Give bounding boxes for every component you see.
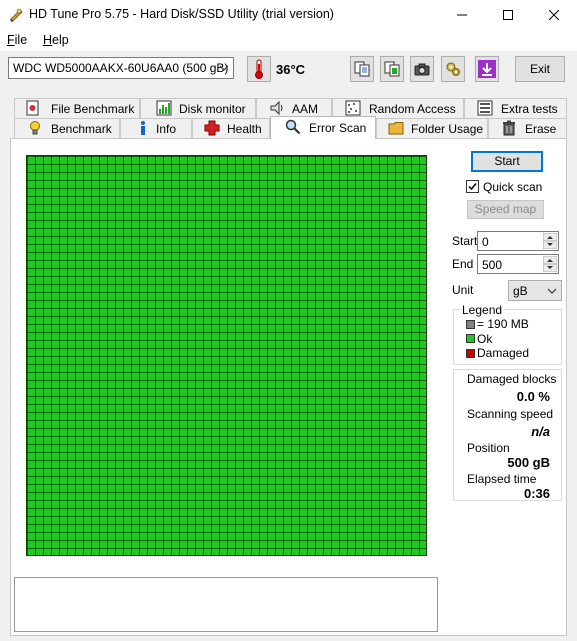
spinner-arrows-icon[interactable] [543, 256, 557, 272]
speed-map-button[interactable]: Speed map [467, 200, 544, 219]
elapsed-time-value: 0:36 [523, 486, 550, 501]
lightbulb-icon [30, 121, 40, 135]
menu-help[interactable]: Help [43, 33, 69, 47]
folder-icon [388, 122, 404, 135]
scanning-speed-value: n/a [531, 424, 550, 439]
health-cross-icon [204, 120, 220, 136]
tab-label: Disk monitor [179, 102, 246, 116]
close-button[interactable] [531, 0, 577, 30]
tab-file-benchmark[interactable]: File Benchmark [14, 98, 140, 118]
legend-ok-swatch [466, 334, 475, 343]
save-button[interactable] [475, 56, 499, 82]
speaker-icon [270, 100, 283, 116]
tab-info[interactable]: Info [120, 118, 192, 138]
exit-button[interactable]: Exit [515, 56, 565, 82]
chevron-down-icon [547, 288, 557, 294]
tab-label: Extra tests [501, 102, 558, 116]
menu-file[interactable]: File [7, 33, 27, 47]
extra-tests-icon [477, 100, 493, 116]
maximize-icon [503, 10, 513, 20]
tab-random-access[interactable]: Random Access [332, 98, 464, 118]
scan-block-grid [26, 155, 427, 556]
scan-log-box [14, 577, 438, 632]
copy-text-button[interactable] [350, 56, 374, 82]
random-access-icon [345, 100, 361, 116]
minimize-icon [457, 14, 467, 16]
legend-damaged-swatch [466, 349, 475, 358]
tab-label: Folder Usage [411, 122, 484, 136]
quick-scan-checkbox[interactable] [466, 180, 479, 193]
tab-aam[interactable]: AAM [256, 98, 332, 118]
menu-help-hotkey: H [43, 33, 53, 47]
window-title: HD Tune Pro 5.75 - Hard Disk/SSD Utility… [29, 7, 334, 21]
tab-disk-monitor[interactable]: Disk monitor [140, 98, 256, 118]
options-button[interactable] [441, 56, 465, 82]
options-icon [446, 62, 460, 76]
tab-error-scan[interactable]: Error Scan [270, 116, 376, 139]
minimize-button[interactable] [439, 0, 485, 30]
end-field-label: End [452, 257, 474, 271]
end-position-input[interactable]: 500 [477, 254, 559, 274]
checkmark-icon [468, 183, 477, 191]
spinner-arrows-icon[interactable] [543, 233, 557, 249]
tab-label: Error Scan [309, 121, 367, 135]
menu-file-label: ile [14, 33, 28, 47]
elapsed-time-label: Elapsed time [467, 472, 537, 486]
quick-scan-label[interactable]: Quick scan [483, 180, 542, 194]
unit-label: Unit [452, 283, 474, 297]
damaged-blocks-value: 0.0 % [516, 389, 550, 404]
menu-file-hotkey: F [7, 33, 15, 47]
menu-help-label: elp [52, 33, 69, 47]
start-button[interactable]: Start [471, 151, 543, 172]
menu-bar [0, 30, 577, 51]
legend-block-size-swatch [466, 320, 475, 329]
damaged-blocks-label: Damaged blocks [467, 372, 557, 386]
legend-block-size-label: = 190 MB [477, 317, 529, 331]
drive-select-value: WDC WD5000AAKX-60U6AA0 (500 gB) [13, 61, 229, 75]
tab-label: File Benchmark [51, 102, 135, 116]
chevron-down-icon [219, 65, 229, 71]
tab-extra-tests[interactable]: Extra tests [464, 98, 567, 118]
drive-select[interactable]: WDC WD5000AAKX-60U6AA0 (500 gB) [8, 57, 234, 79]
tab-folder-usage[interactable]: Folder Usage [376, 118, 488, 138]
scanning-speed-label: Scanning speed [467, 407, 554, 421]
start-position-value: 0 [482, 235, 489, 249]
end-position-value: 500 [482, 258, 503, 272]
tab-label: Health [227, 122, 262, 136]
tab-label: Erase [525, 122, 557, 136]
tab-erase[interactable]: Erase [488, 118, 567, 138]
disk-monitor-icon [156, 100, 172, 116]
legend-damaged-label: Damaged [477, 346, 530, 360]
tab-benchmark[interactable]: Benchmark [14, 118, 120, 138]
close-icon [549, 10, 559, 20]
unit-select[interactable]: gB [508, 280, 562, 301]
unit-select-value: gB [513, 284, 528, 298]
temperature-button[interactable] [247, 56, 271, 82]
trash-icon [503, 120, 515, 136]
file-benchmark-icon [26, 100, 39, 116]
legend-ok-label: Ok [477, 332, 493, 346]
save-icon [478, 60, 496, 78]
position-value: 500 gB [507, 455, 550, 470]
start-field-label: Start [452, 234, 478, 248]
info-icon [141, 121, 145, 135]
copy-screenshot-button[interactable] [380, 56, 404, 82]
copy-text-icon [354, 61, 370, 77]
camera-button[interactable] [410, 56, 434, 82]
app-icon [10, 8, 23, 22]
tab-label: AAM [292, 102, 319, 116]
tab-health[interactable]: Health [192, 118, 270, 138]
magnifier-icon [285, 119, 301, 135]
start-position-input[interactable]: 0 [477, 231, 559, 251]
tab-label: Random Access [369, 102, 456, 116]
maximize-button[interactable] [485, 0, 531, 30]
position-label: Position [467, 441, 510, 455]
copy-screenshot-icon [384, 61, 400, 77]
camera-icon [414, 63, 430, 76]
tab-label: Benchmark [51, 122, 112, 136]
legend-title: Legend [460, 303, 505, 317]
thermometer-icon [255, 59, 263, 79]
tab-label: Info [156, 122, 177, 136]
temperature-readout: 36°C [276, 62, 306, 77]
